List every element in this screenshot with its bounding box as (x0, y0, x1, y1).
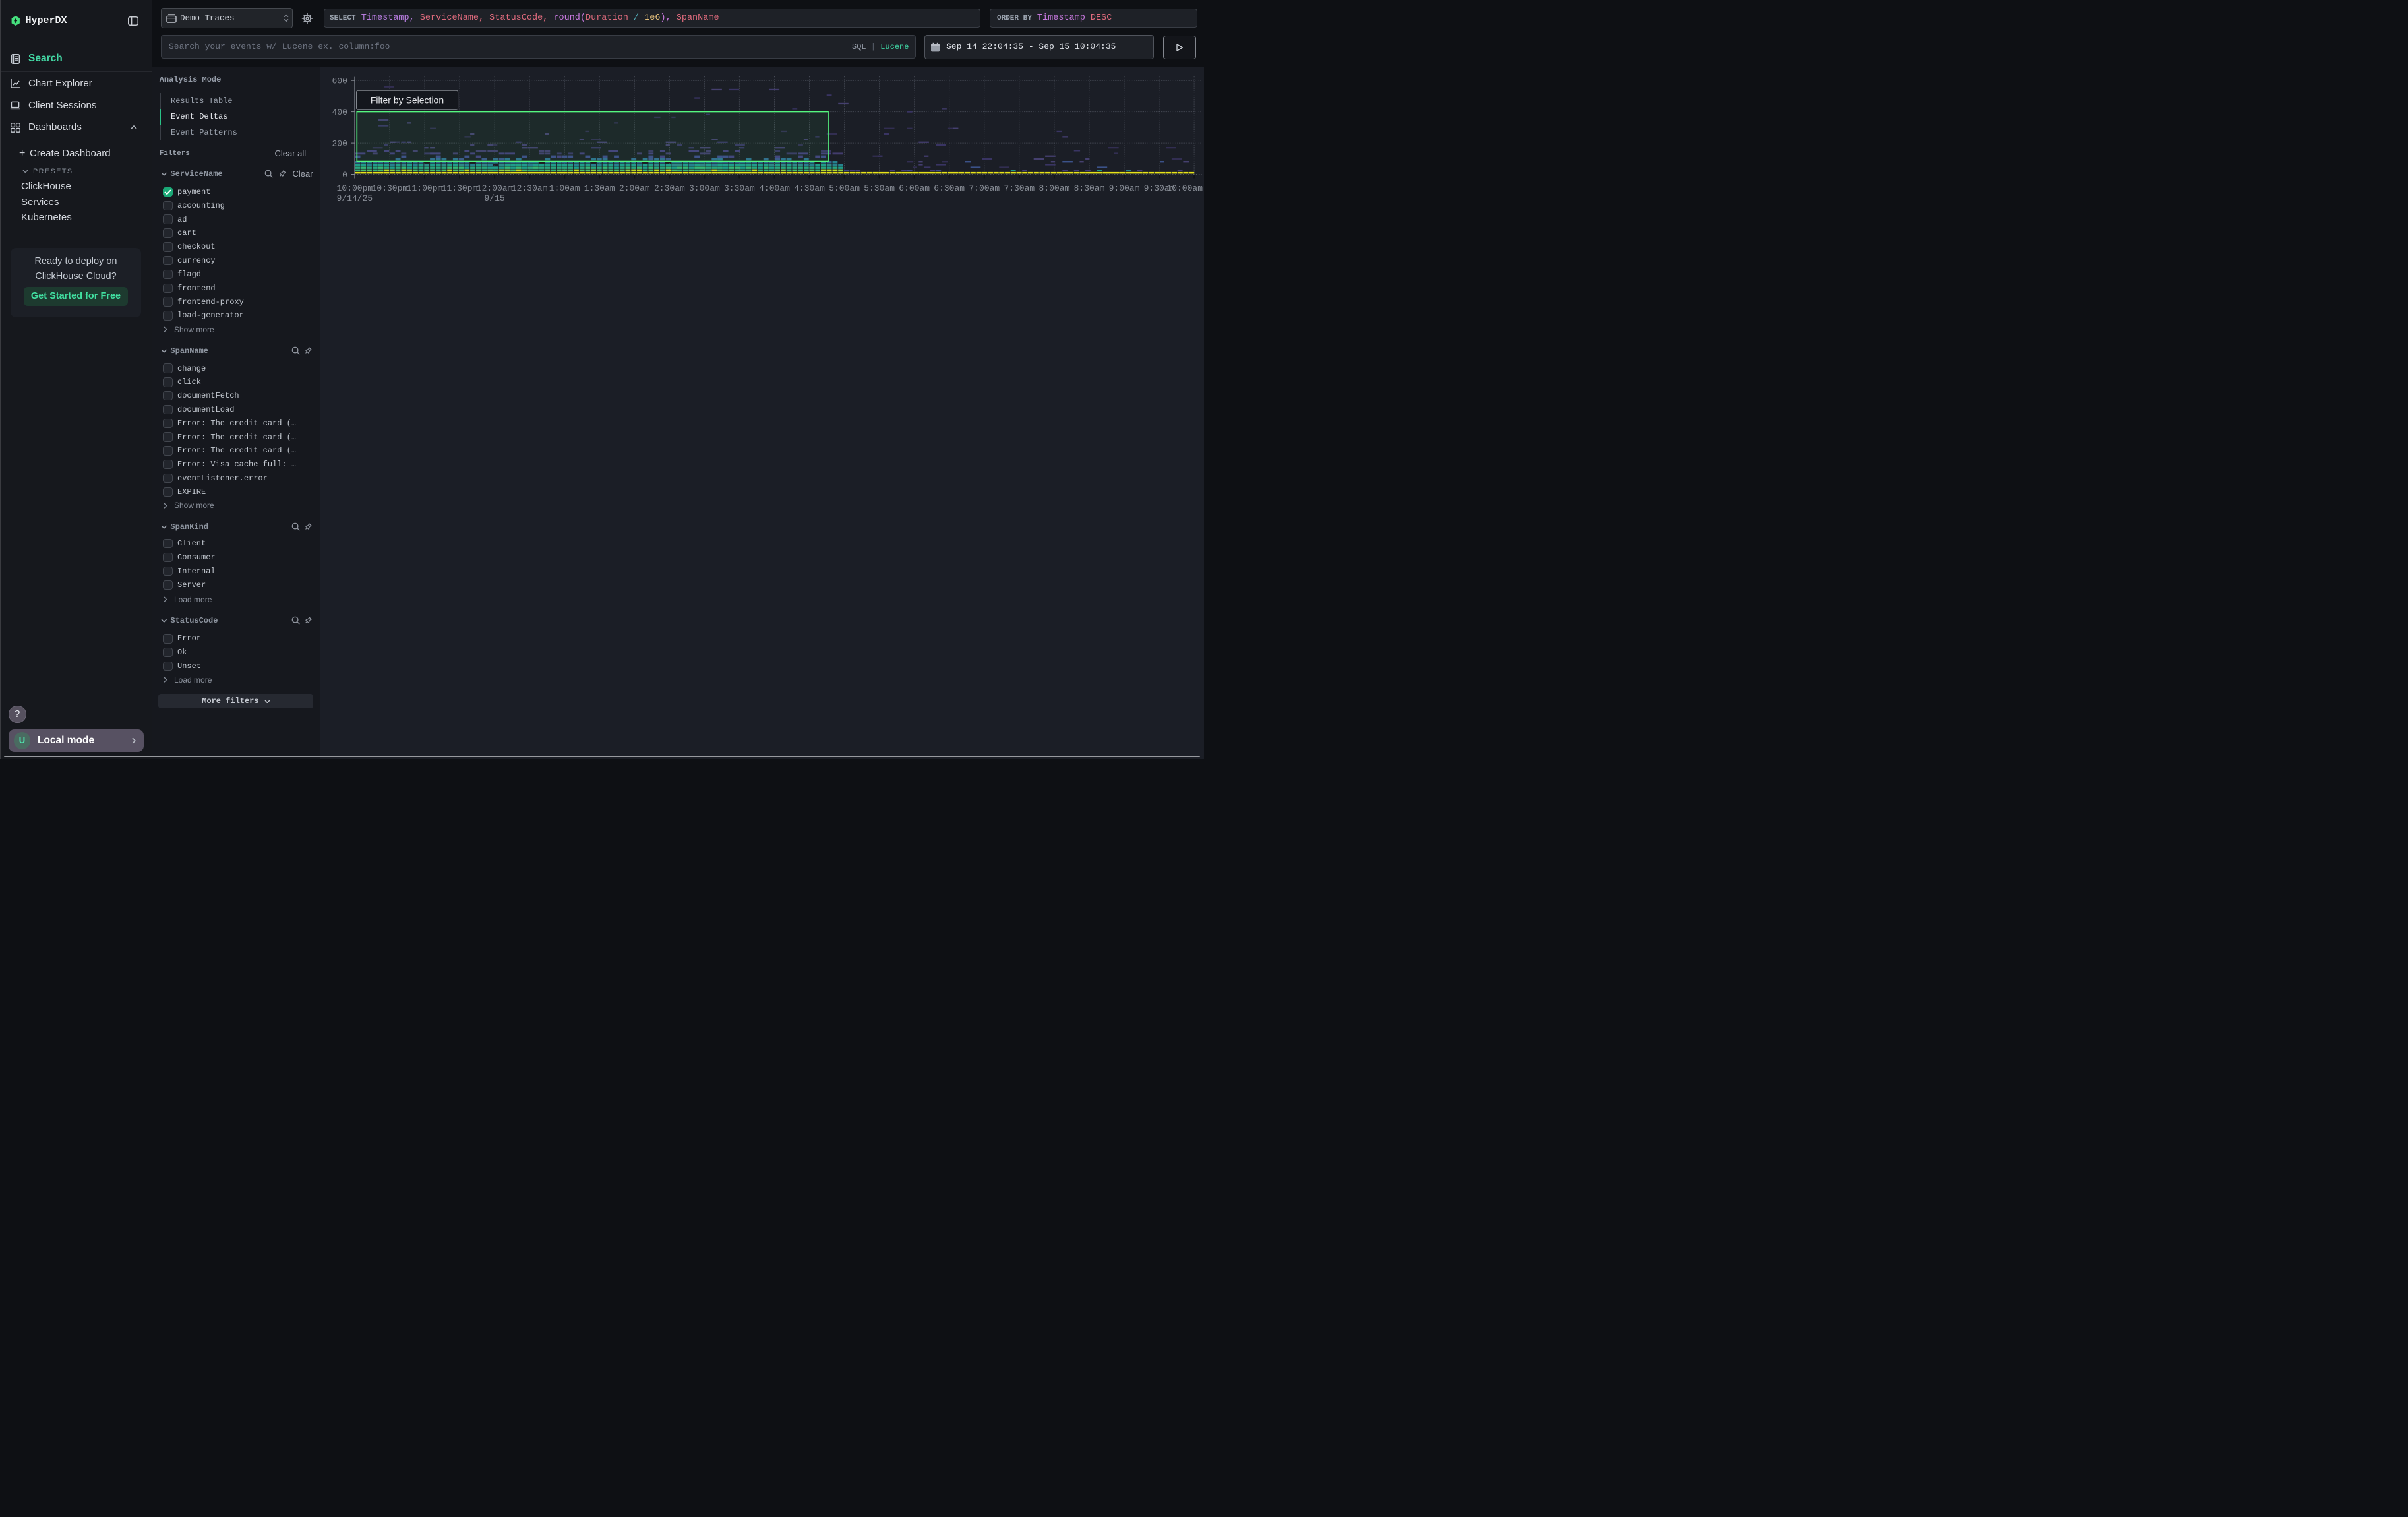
svg-text:8:30am: 8:30am (1073, 183, 1104, 193)
svg-text:400: 400 (332, 108, 347, 117)
svg-text:3:00am: 3:00am (688, 183, 719, 193)
svg-text:12:00am: 12:00am (476, 183, 512, 193)
svg-text:9/14/25: 9/14/25 (336, 193, 373, 203)
svg-text:1:30am: 1:30am (584, 183, 615, 193)
svg-text:Filter by Selection: Filter by Selection (370, 95, 443, 106)
svg-text:12:30am: 12:30am (511, 183, 547, 193)
svg-text:0: 0 (342, 170, 347, 180)
svg-text:1:00am: 1:00am (549, 183, 580, 193)
svg-text:600: 600 (332, 77, 347, 86)
svg-text:10:30pm: 10:30pm (371, 183, 407, 193)
svg-text:7:00am: 7:00am (969, 183, 1000, 193)
svg-text:4:00am: 4:00am (759, 183, 790, 193)
svg-text:9:00am: 9:00am (1108, 183, 1139, 193)
svg-text:6:30am: 6:30am (934, 183, 965, 193)
svg-text:10:00pm: 10:00pm (336, 183, 373, 193)
svg-text:3:30am: 3:30am (723, 183, 754, 193)
svg-text:11:00pm: 11:00pm (406, 183, 442, 193)
svg-text:2:30am: 2:30am (653, 183, 684, 193)
svg-text:200: 200 (332, 139, 347, 149)
svg-text:6:00am: 6:00am (899, 183, 930, 193)
svg-text:9/15: 9/15 (484, 193, 504, 203)
svg-text:2:00am: 2:00am (618, 183, 649, 193)
svg-text:11:30pm: 11:30pm (441, 183, 477, 193)
svg-text:7:30am: 7:30am (1004, 183, 1035, 193)
svg-text:5:30am: 5:30am (864, 183, 895, 193)
svg-text:8:00am: 8:00am (1038, 183, 1069, 193)
svg-text:4:30am: 4:30am (794, 183, 825, 193)
svg-text:10:00am: 10:00am (1166, 183, 1203, 193)
svg-text:5:00am: 5:00am (829, 183, 860, 193)
